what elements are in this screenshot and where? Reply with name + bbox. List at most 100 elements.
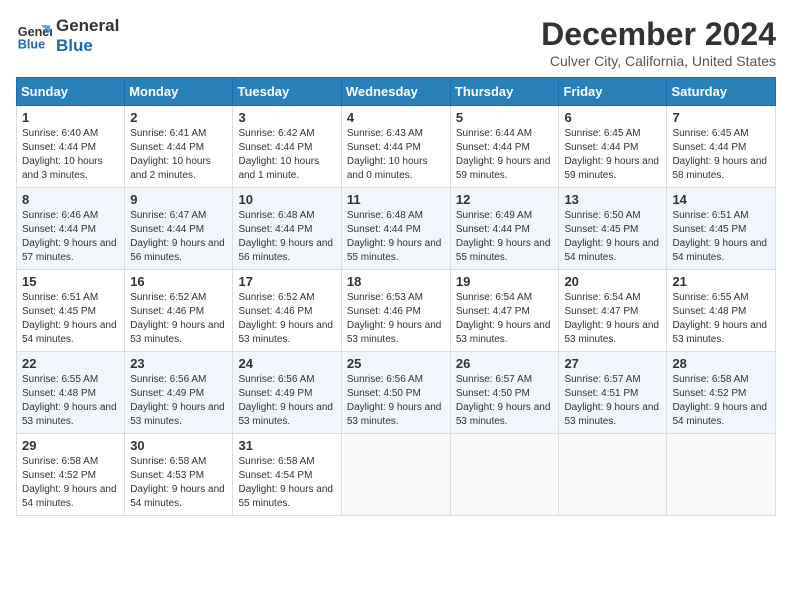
calendar-cell: 30 Sunrise: 6:58 AM Sunset: 4:53 PM Dayl… (125, 434, 233, 516)
calendar-cell: 1 Sunrise: 6:40 AM Sunset: 4:44 PM Dayli… (17, 106, 125, 188)
day-number: 21 (672, 274, 770, 289)
calendar-cell (341, 434, 450, 516)
cell-sunset: Sunset: 4:44 PM (238, 142, 312, 153)
day-number: 1 (22, 110, 119, 125)
cell-daylight: Daylight: 9 hours and 55 minutes. (456, 238, 551, 263)
cell-daylight: Daylight: 9 hours and 58 minutes. (672, 156, 767, 181)
cell-daylight: Daylight: 9 hours and 55 minutes. (238, 484, 333, 509)
calendar-week-1: 1 Sunrise: 6:40 AM Sunset: 4:44 PM Dayli… (17, 106, 776, 188)
cell-daylight: Daylight: 9 hours and 59 minutes. (564, 156, 659, 181)
cell-daylight: Daylight: 9 hours and 54 minutes. (564, 238, 659, 263)
cell-sunrise: Sunrise: 6:58 AM (130, 456, 206, 467)
cell-sunrise: Sunrise: 6:54 AM (456, 292, 532, 303)
day-number: 10 (238, 192, 335, 207)
cell-sunset: Sunset: 4:47 PM (564, 306, 638, 317)
month-title: December 2024 (541, 16, 776, 53)
calendar-cell: 15 Sunrise: 6:51 AM Sunset: 4:45 PM Dayl… (17, 270, 125, 352)
calendar-cell: 3 Sunrise: 6:42 AM Sunset: 4:44 PM Dayli… (233, 106, 341, 188)
day-number: 28 (672, 356, 770, 371)
cell-daylight: Daylight: 9 hours and 53 minutes. (564, 320, 659, 345)
calendar-cell: 17 Sunrise: 6:52 AM Sunset: 4:46 PM Dayl… (233, 270, 341, 352)
day-header-wednesday: Wednesday (341, 78, 450, 106)
cell-sunrise: Sunrise: 6:48 AM (347, 210, 423, 221)
calendar-cell: 4 Sunrise: 6:43 AM Sunset: 4:44 PM Dayli… (341, 106, 450, 188)
cell-sunrise: Sunrise: 6:47 AM (130, 210, 206, 221)
calendar-cell: 29 Sunrise: 6:58 AM Sunset: 4:52 PM Dayl… (17, 434, 125, 516)
logo: General Blue General Blue (16, 16, 119, 55)
logo-blue: Blue (56, 36, 119, 56)
cell-sunset: Sunset: 4:44 PM (130, 142, 204, 153)
calendar-cell: 24 Sunrise: 6:56 AM Sunset: 4:49 PM Dayl… (233, 352, 341, 434)
title-area: December 2024 Culver City, California, U… (541, 16, 776, 69)
cell-daylight: Daylight: 10 hours and 1 minute. (238, 156, 319, 181)
calendar-cell: 5 Sunrise: 6:44 AM Sunset: 4:44 PM Dayli… (450, 106, 559, 188)
cell-daylight: Daylight: 9 hours and 53 minutes. (130, 320, 225, 345)
cell-daylight: Daylight: 9 hours and 57 minutes. (22, 238, 117, 263)
cell-sunset: Sunset: 4:54 PM (238, 470, 312, 481)
cell-sunrise: Sunrise: 6:45 AM (564, 128, 640, 139)
day-number: 3 (238, 110, 335, 125)
cell-daylight: Daylight: 9 hours and 54 minutes. (130, 484, 225, 509)
cell-sunrise: Sunrise: 6:52 AM (130, 292, 206, 303)
day-number: 25 (347, 356, 445, 371)
day-number: 4 (347, 110, 445, 125)
cell-sunset: Sunset: 4:52 PM (22, 470, 96, 481)
cell-sunset: Sunset: 4:49 PM (238, 388, 312, 399)
calendar-cell: 14 Sunrise: 6:51 AM Sunset: 4:45 PM Dayl… (667, 188, 776, 270)
cell-sunset: Sunset: 4:44 PM (564, 142, 638, 153)
day-number: 2 (130, 110, 227, 125)
day-number: 18 (347, 274, 445, 289)
calendar-cell: 20 Sunrise: 6:54 AM Sunset: 4:47 PM Dayl… (559, 270, 667, 352)
cell-sunset: Sunset: 4:44 PM (130, 224, 204, 235)
cell-daylight: Daylight: 9 hours and 53 minutes. (347, 320, 442, 345)
cell-daylight: Daylight: 9 hours and 53 minutes. (238, 320, 333, 345)
cell-sunrise: Sunrise: 6:56 AM (347, 374, 423, 385)
calendar-cell: 21 Sunrise: 6:55 AM Sunset: 4:48 PM Dayl… (667, 270, 776, 352)
cell-sunset: Sunset: 4:46 PM (130, 306, 204, 317)
day-header-thursday: Thursday (450, 78, 559, 106)
day-number: 13 (564, 192, 661, 207)
cell-sunrise: Sunrise: 6:41 AM (130, 128, 206, 139)
cell-daylight: Daylight: 9 hours and 53 minutes. (130, 402, 225, 427)
day-number: 26 (456, 356, 554, 371)
calendar-cell: 12 Sunrise: 6:49 AM Sunset: 4:44 PM Dayl… (450, 188, 559, 270)
cell-sunset: Sunset: 4:44 PM (22, 224, 96, 235)
cell-sunrise: Sunrise: 6:51 AM (22, 292, 98, 303)
day-number: 31 (238, 438, 335, 453)
day-header-friday: Friday (559, 78, 667, 106)
cell-sunset: Sunset: 4:47 PM (456, 306, 530, 317)
cell-daylight: Daylight: 9 hours and 53 minutes. (672, 320, 767, 345)
calendar-cell: 22 Sunrise: 6:55 AM Sunset: 4:48 PM Dayl… (17, 352, 125, 434)
day-number: 27 (564, 356, 661, 371)
cell-daylight: Daylight: 9 hours and 56 minutes. (238, 238, 333, 263)
calendar-table: SundayMondayTuesdayWednesdayThursdayFrid… (16, 77, 776, 516)
calendar-cell: 8 Sunrise: 6:46 AM Sunset: 4:44 PM Dayli… (17, 188, 125, 270)
cell-sunrise: Sunrise: 6:51 AM (672, 210, 748, 221)
day-number: 11 (347, 192, 445, 207)
day-number: 17 (238, 274, 335, 289)
cell-sunrise: Sunrise: 6:56 AM (238, 374, 314, 385)
day-number: 15 (22, 274, 119, 289)
cell-daylight: Daylight: 9 hours and 54 minutes. (672, 238, 767, 263)
logo-general: General (56, 16, 119, 36)
calendar-cell: 28 Sunrise: 6:58 AM Sunset: 4:52 PM Dayl… (667, 352, 776, 434)
cell-sunrise: Sunrise: 6:53 AM (347, 292, 423, 303)
calendar-cell: 25 Sunrise: 6:56 AM Sunset: 4:50 PM Dayl… (341, 352, 450, 434)
day-number: 22 (22, 356, 119, 371)
cell-sunset: Sunset: 4:50 PM (347, 388, 421, 399)
svg-text:Blue: Blue (18, 37, 45, 51)
cell-sunrise: Sunrise: 6:54 AM (564, 292, 640, 303)
calendar-cell (559, 434, 667, 516)
day-header-monday: Monday (125, 78, 233, 106)
calendar-cell: 19 Sunrise: 6:54 AM Sunset: 4:47 PM Dayl… (450, 270, 559, 352)
cell-sunrise: Sunrise: 6:58 AM (22, 456, 98, 467)
cell-sunset: Sunset: 4:44 PM (672, 142, 746, 153)
cell-sunset: Sunset: 4:48 PM (672, 306, 746, 317)
calendar-week-4: 22 Sunrise: 6:55 AM Sunset: 4:48 PM Dayl… (17, 352, 776, 434)
cell-sunset: Sunset: 4:52 PM (672, 388, 746, 399)
cell-sunset: Sunset: 4:46 PM (238, 306, 312, 317)
calendar-week-2: 8 Sunrise: 6:46 AM Sunset: 4:44 PM Dayli… (17, 188, 776, 270)
cell-sunset: Sunset: 4:45 PM (564, 224, 638, 235)
day-number: 6 (564, 110, 661, 125)
calendar-cell: 31 Sunrise: 6:58 AM Sunset: 4:54 PM Dayl… (233, 434, 341, 516)
